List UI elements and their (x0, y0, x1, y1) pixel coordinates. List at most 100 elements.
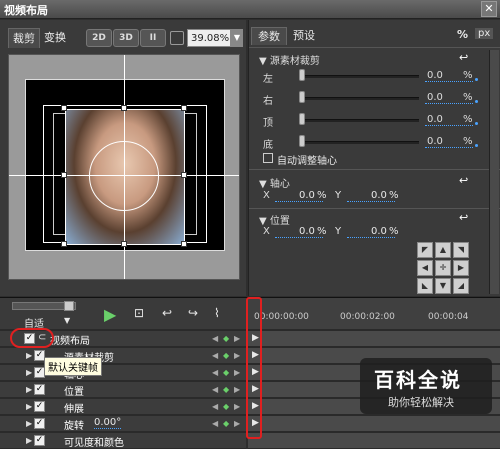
crop-right-slider[interactable] (301, 97, 419, 100)
expand-icon[interactable]: ▶ (26, 436, 32, 445)
reset-icon[interactable]: ↩ (459, 211, 468, 224)
next-keyframe-icon[interactable]: ↪ (188, 306, 198, 320)
align-left-icon[interactable]: ◀ (417, 260, 433, 276)
section-toggle-position[interactable]: ▼ 位置 (259, 212, 290, 227)
tab-crop[interactable]: 裁剪 (8, 28, 40, 48)
align-bottom-icon[interactable]: ▼ (435, 278, 451, 294)
keyframe-dot-icon[interactable] (475, 144, 478, 147)
rotation-value[interactable]: 0.00° (94, 417, 122, 429)
align-top-right-icon[interactable]: ◥ (453, 242, 469, 258)
expand-icon[interactable]: ▶ (26, 385, 32, 394)
time-ruler[interactable]: 00:00:00:00 00:00:02:00 00:00:04 (248, 298, 500, 329)
keyframe-diamond-icon[interactable]: ◆ (223, 419, 229, 428)
next-keyframe-icon[interactable]: ▶ (234, 402, 240, 411)
align-bottom-right-icon[interactable]: ◢ (453, 278, 469, 294)
expand-icon[interactable]: ▶ (26, 351, 32, 360)
next-keyframe-icon[interactable]: ▶ (234, 351, 240, 360)
axis-x-value[interactable]: 0.0 (299, 190, 315, 201)
keyframe-dot-icon[interactable] (475, 122, 478, 125)
slider-knob[interactable] (299, 69, 305, 81)
resize-handle[interactable] (121, 241, 127, 247)
scrollbar[interactable] (489, 50, 499, 294)
crop-bottom-slider[interactable] (301, 141, 419, 144)
chevron-down-icon[interactable]: ▼ (64, 316, 70, 325)
resize-handle[interactable] (181, 241, 187, 247)
reset-icon[interactable]: ↩ (459, 51, 468, 64)
close-icon[interactable]: ✕ (481, 1, 497, 17)
percent-unit-button[interactable]: % (457, 28, 468, 41)
play-icon[interactable]: ▶ (104, 305, 116, 324)
resize-handle[interactable] (181, 172, 187, 178)
reset-icon[interactable]: ↩ (459, 174, 468, 187)
expand-icon[interactable]: ▶ (26, 402, 32, 411)
resize-handle[interactable] (61, 105, 67, 111)
curve-icon[interactable]: ⌇ (214, 306, 220, 320)
prev-keyframe-icon[interactable]: ◀ (212, 351, 218, 360)
add-keyframe-icon[interactable]: ⊡ (134, 306, 144, 320)
keyframe-diamond-icon[interactable]: ◆ (223, 402, 229, 411)
keyframe-diamond-icon[interactable]: ◆ (223, 368, 229, 377)
prev-keyframe-icon[interactable]: ◀ (212, 419, 218, 428)
crop-top-value[interactable]: 0.0 (427, 114, 443, 125)
2d-button[interactable]: 2D (86, 29, 112, 47)
px-unit-button[interactable]: px (475, 28, 494, 39)
rotation-handle[interactable] (89, 141, 159, 211)
prev-keyframe-icon[interactable]: ◀ (212, 385, 218, 394)
section-title: 位置 (269, 216, 290, 227)
snap-icon[interactable] (170, 31, 184, 45)
track-keyframe-area (248, 331, 500, 347)
next-keyframe-icon[interactable]: ▶ (234, 385, 240, 394)
keyframe-diamond-icon[interactable]: ◆ (223, 351, 229, 360)
align-top-icon[interactable]: ▲ (435, 242, 451, 258)
chevron-down-icon[interactable]: ▼ (231, 29, 243, 47)
track-enable-checkbox[interactable]: ✓ (34, 418, 45, 429)
keyframe-dot-icon[interactable] (475, 78, 478, 81)
prev-keyframe-icon[interactable]: ◀ (212, 334, 218, 343)
align-center-icon[interactable]: ✛ (435, 260, 451, 276)
next-keyframe-icon[interactable]: ▶ (234, 419, 240, 428)
position-x-value[interactable]: 0.0 (299, 226, 315, 237)
axis-y-value[interactable]: 0.0 (371, 190, 387, 201)
crop-top-slider[interactable] (301, 119, 419, 122)
slider-knob[interactable] (299, 91, 305, 103)
align-top-left-icon[interactable]: ◤ (417, 242, 433, 258)
prev-keyframe-icon[interactable]: ↩ (162, 306, 172, 320)
resize-handle[interactable] (181, 105, 187, 111)
tab-presets[interactable]: 预设 (287, 27, 321, 45)
crop-bottom-value[interactable]: 0.0 (427, 136, 443, 147)
track-enable-checkbox[interactable]: ✓ (34, 401, 45, 412)
zoom-input[interactable]: 39.08% (187, 29, 231, 47)
keyframe-diamond-icon[interactable]: ◆ (223, 334, 229, 343)
slider-knob[interactable] (299, 113, 305, 125)
next-keyframe-icon[interactable]: ▶ (234, 334, 240, 343)
keyframe-diamond-icon[interactable]: ◆ (223, 385, 229, 394)
expand-icon[interactable]: ▶ (26, 419, 32, 428)
split-view-button[interactable]: II (140, 29, 166, 47)
next-keyframe-icon[interactable]: ▶ (234, 368, 240, 377)
track-enable-checkbox[interactable]: ✓ (34, 384, 45, 395)
track-label: 伸展 (64, 404, 84, 415)
resize-handle[interactable] (61, 241, 67, 247)
tab-transform[interactable]: 变换 (40, 28, 70, 48)
resize-handle[interactable] (61, 172, 67, 178)
slider-knob[interactable] (64, 301, 74, 311)
position-y-value[interactable]: 0.0 (371, 226, 387, 237)
slider-knob[interactable] (299, 135, 305, 147)
expand-icon[interactable]: ▶ (26, 368, 32, 377)
section-toggle-axis[interactable]: ▼ 轴心 (259, 175, 290, 190)
tab-parameters[interactable]: 参数 (251, 27, 287, 45)
3d-button[interactable]: 3D (113, 29, 139, 47)
prev-keyframe-icon[interactable]: ◀ (212, 402, 218, 411)
preview-canvas[interactable] (8, 54, 240, 280)
track-enable-checkbox[interactable]: ✓ (34, 435, 45, 446)
crop-left-value[interactable]: 0.0 (427, 70, 443, 81)
crop-right-value[interactable]: 0.0 (427, 92, 443, 103)
align-bottom-left-icon[interactable]: ◣ (417, 278, 433, 294)
prev-keyframe-icon[interactable]: ◀ (212, 368, 218, 377)
resize-handle[interactable] (121, 105, 127, 111)
align-right-icon[interactable]: ▶ (453, 260, 469, 276)
keyframe-dot-icon[interactable] (475, 100, 478, 103)
section-toggle-crop[interactable]: ▼ 源素材裁剪 (259, 52, 320, 67)
crop-left-slider[interactable] (301, 75, 419, 78)
auto-adjust-checkbox[interactable] (263, 153, 273, 163)
